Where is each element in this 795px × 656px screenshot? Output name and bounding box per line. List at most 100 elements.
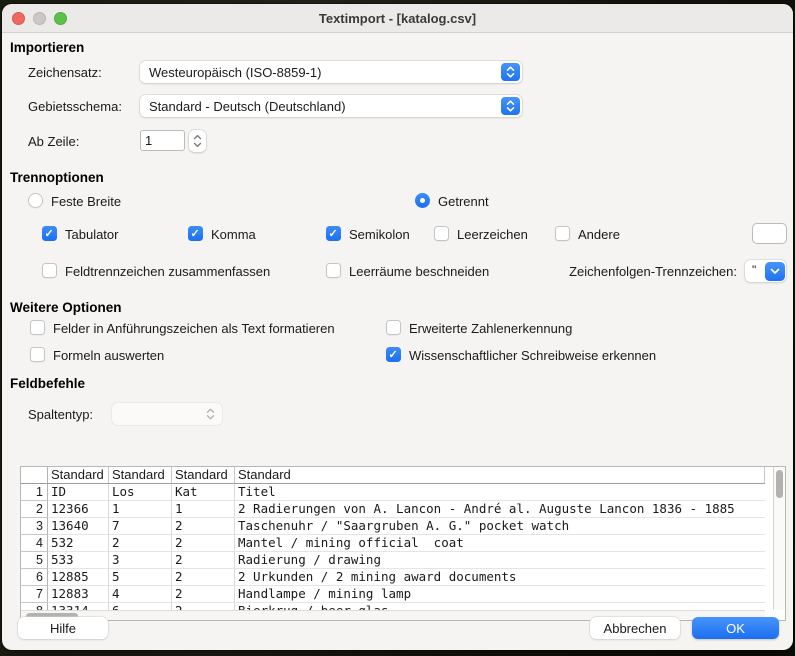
- data-cell: 4: [109, 586, 172, 603]
- data-cell: Los: [109, 484, 172, 501]
- evaluate-formulas-checkbox[interactable]: [30, 347, 45, 362]
- from-row-input[interactable]: 1: [140, 130, 185, 151]
- ok-button[interactable]: OK: [692, 617, 779, 639]
- column-type-header: Standard: [48, 467, 109, 483]
- data-cell: 1: [172, 501, 235, 518]
- data-cell: 2: [172, 518, 235, 535]
- section-separator-title: Trennoptionen: [10, 170, 104, 185]
- fixed-width-radio[interactable]: [28, 193, 43, 208]
- data-cell: 6: [109, 603, 172, 610]
- string-delimiter-label: Zeichenfolgen-Trennzeichen:: [545, 264, 737, 279]
- help-button[interactable]: Hilfe: [18, 617, 108, 639]
- data-cell: 2 Urkunden / 2 mining award documents: [235, 569, 765, 586]
- import-preview-table[interactable]: StandardStandardStandardStandard1IDLosKa…: [20, 466, 786, 621]
- space-label: Leerzeichen: [457, 227, 528, 242]
- semicolon-label: Semikolon: [349, 227, 410, 242]
- row-number: 6: [21, 569, 48, 586]
- table-row[interactable]: 612885522 Urkunden / 2 mining award docu…: [21, 569, 765, 586]
- data-cell: 2: [109, 535, 172, 552]
- row-number: 7: [21, 586, 48, 603]
- other-label: Andere: [578, 227, 620, 242]
- data-cell: 2: [172, 552, 235, 569]
- charset-label: Zeichensatz:: [28, 65, 102, 80]
- other-checkbox[interactable]: [555, 226, 570, 241]
- from-row-stepper[interactable]: [189, 130, 206, 152]
- chevron-up-down-icon: [501, 97, 520, 115]
- data-cell: 2 Radierungen von A. Lancon - André al. …: [235, 501, 765, 518]
- scientific-notation-checkbox[interactable]: [386, 347, 401, 362]
- data-cell: 7: [109, 518, 172, 535]
- data-cell: Titel: [235, 484, 765, 501]
- window-title: Textimport - [katalog.csv]: [319, 11, 476, 26]
- data-cell: 5: [109, 569, 172, 586]
- vertical-scrollbar-thumb[interactable]: [776, 470, 783, 498]
- merge-delimiters-label: Feldtrennzeichen zusammenfassen: [65, 264, 270, 279]
- data-cell: 13640: [48, 518, 109, 535]
- table-row[interactable]: 31364072Taschenuhr / "Saargruben A. G." …: [21, 518, 765, 535]
- separated-radio[interactable]: [415, 193, 430, 208]
- close-icon[interactable]: [12, 12, 25, 25]
- preview-header-row[interactable]: StandardStandardStandardStandard: [21, 467, 765, 484]
- preview-table-body: StandardStandardStandardStandard1IDLosKa…: [21, 467, 765, 610]
- merge-delimiters-checkbox[interactable]: [42, 263, 57, 278]
- quoted-as-text-checkbox[interactable]: [30, 320, 45, 335]
- data-cell: 533: [48, 552, 109, 569]
- comma-label: Komma: [211, 227, 256, 242]
- data-cell: Handlampe / mining lamp: [235, 586, 765, 603]
- other-separator-input[interactable]: [752, 223, 787, 244]
- locale-label: Gebietsschema:: [28, 99, 122, 114]
- table-row[interactable]: 212366112 Radierungen von A. Lancon - An…: [21, 501, 765, 518]
- comma-checkbox[interactable]: [188, 226, 203, 241]
- row-number: 2: [21, 501, 48, 518]
- data-cell: 532: [48, 535, 109, 552]
- string-delimiter-combo[interactable]: ": [745, 260, 786, 282]
- fixed-width-label: Feste Breite: [51, 194, 121, 209]
- table-row[interactable]: 81331462Bierkrug / beer glas: [21, 603, 765, 610]
- data-cell: 12366: [48, 501, 109, 518]
- data-cell: Bierkrug / beer glas: [235, 603, 765, 610]
- zoom-icon[interactable]: [54, 12, 67, 25]
- data-cell: 1: [109, 501, 172, 518]
- charset-value: Westeuropäisch (ISO-8859-1): [149, 65, 321, 80]
- column-type-header: Standard: [235, 467, 765, 483]
- stepper-arrows-icon: [193, 134, 202, 148]
- data-cell: 12883: [48, 586, 109, 603]
- special-numbers-checkbox[interactable]: [386, 320, 401, 335]
- table-row[interactable]: 553332Radierung / drawing: [21, 552, 765, 569]
- data-cell: Radierung / drawing: [235, 552, 765, 569]
- row-number: 4: [21, 535, 48, 552]
- row-number: 1: [21, 484, 48, 501]
- titlebar[interactable]: Textimport - [katalog.csv]: [2, 4, 793, 33]
- semicolon-checkbox[interactable]: [326, 226, 341, 241]
- chevron-up-down-icon: [201, 405, 220, 423]
- trim-spaces-label: Leerräume beschneiden: [349, 264, 489, 279]
- data-cell: ID: [48, 484, 109, 501]
- locale-select[interactable]: Standard - Deutsch (Deutschland): [140, 95, 522, 117]
- vertical-scrollbar[interactable]: [773, 467, 785, 610]
- textimport-dialog: Textimport - [katalog.csv] Importieren Z…: [2, 4, 793, 650]
- table-row[interactable]: 453222Mantel / mining official coat: [21, 535, 765, 552]
- charset-select[interactable]: Westeuropäisch (ISO-8859-1): [140, 61, 522, 83]
- data-cell: 2: [172, 569, 235, 586]
- column-type-header: Standard: [109, 467, 172, 483]
- table-row[interactable]: 1IDLosKatTitel: [21, 484, 765, 501]
- row-number: 5: [21, 552, 48, 569]
- chevron-up-down-icon: [501, 63, 520, 81]
- table-row[interactable]: 71288342Handlampe / mining lamp: [21, 586, 765, 603]
- space-checkbox[interactable]: [434, 226, 449, 241]
- row-number-header: [21, 467, 48, 483]
- section-import-title: Importieren: [10, 40, 84, 55]
- tab-checkbox[interactable]: [42, 226, 57, 241]
- row-number: 3: [21, 518, 48, 535]
- data-cell: 13314: [48, 603, 109, 610]
- data-cell: 3: [109, 552, 172, 569]
- trim-spaces-checkbox[interactable]: [326, 263, 341, 278]
- data-cell: 12885: [48, 569, 109, 586]
- row-number: 8: [21, 603, 48, 610]
- cancel-button[interactable]: Abbrechen: [590, 617, 680, 639]
- minimize-icon: [33, 12, 46, 25]
- data-cell: 2: [172, 586, 235, 603]
- column-type-header: Standard: [172, 467, 235, 483]
- quoted-as-text-label: Felder in Anführungszeichen als Text for…: [53, 321, 335, 336]
- separated-label: Getrennt: [438, 194, 489, 209]
